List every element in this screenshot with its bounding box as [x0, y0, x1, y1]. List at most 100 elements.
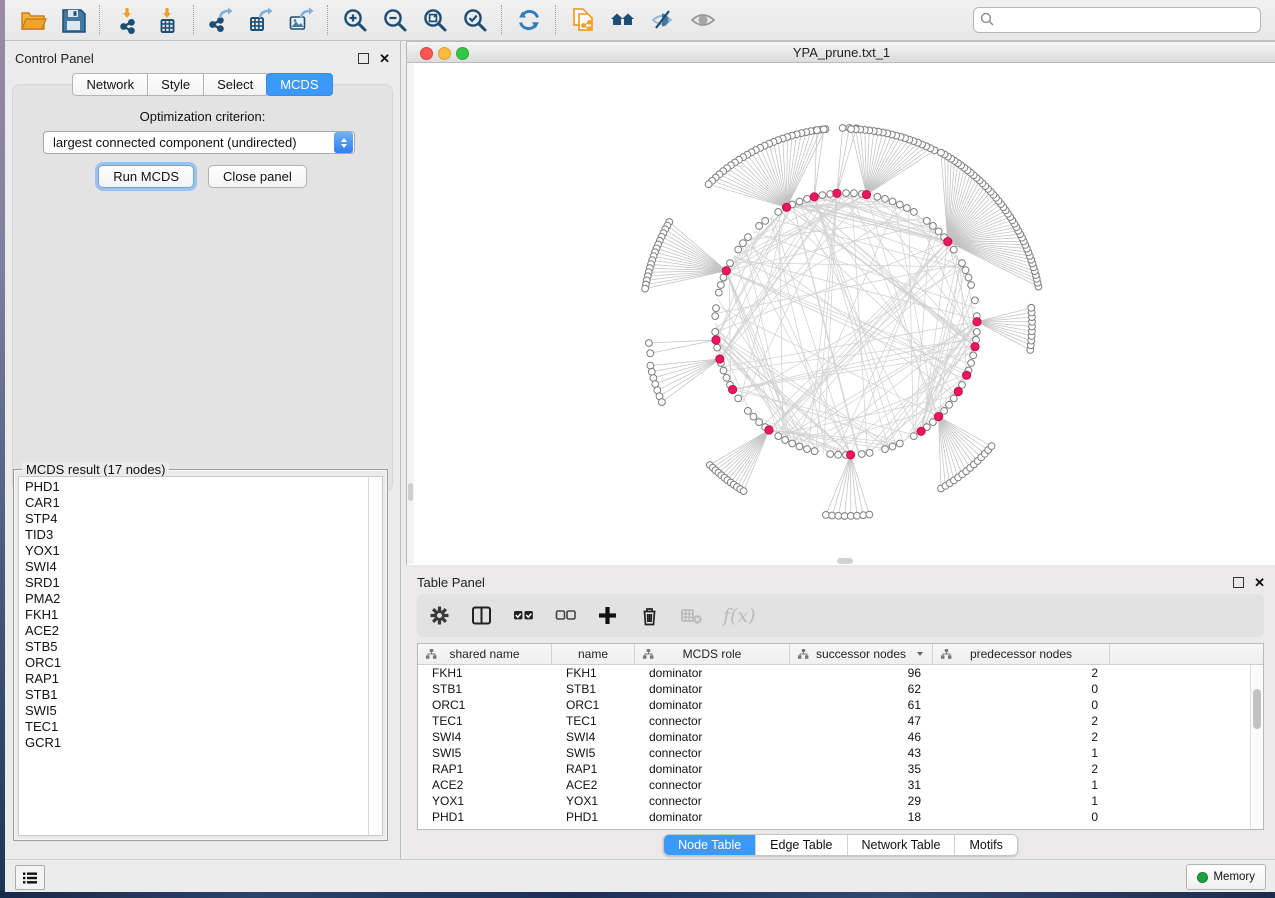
tab-network-table[interactable]: Network Table	[847, 835, 955, 855]
cell: 0	[933, 682, 1110, 696]
mcds-result-item[interactable]: STB5	[25, 639, 382, 655]
zoom-in-icon[interactable]	[335, 3, 375, 37]
memory-status-icon	[1197, 872, 1208, 883]
close-panel-button[interactable]: Close panel	[208, 165, 307, 188]
table-row[interactable]: PHD1PHD1dominator180	[418, 809, 1263, 825]
node-table-header: shared namenameMCDS role successor nodes p…	[418, 644, 1263, 665]
mcds-result-item[interactable]: RAP1	[25, 671, 382, 687]
settings-icon[interactable]	[429, 605, 450, 626]
cell: ACE2	[418, 778, 552, 792]
node-table-body: FKH1FKH1dominator962STB1STB1dominator620…	[418, 665, 1263, 825]
zoom-selected-icon[interactable]	[455, 3, 495, 37]
tab-mcds[interactable]: MCDS	[266, 73, 332, 96]
search-input[interactable]	[973, 7, 1261, 33]
network-canvas[interactable]	[407, 63, 1275, 564]
cell: 62	[790, 682, 933, 696]
close-table-panel-icon[interactable]: ✕	[1254, 578, 1265, 587]
column-header-predecessor-nodes[interactable]: predecessor nodes	[933, 644, 1110, 664]
mcds-result-item[interactable]: SWI4	[25, 559, 382, 575]
mcds-result-item[interactable]: SWI5	[25, 703, 382, 719]
tab-style[interactable]: Style	[147, 73, 204, 96]
tab-network[interactable]: Network	[72, 73, 148, 96]
mcds-result-item[interactable]: PHD1	[25, 479, 382, 495]
column-header-name[interactable]: name	[552, 644, 635, 664]
memory-button[interactable]: Memory	[1186, 864, 1266, 890]
mcds-result-list[interactable]: PHD1CAR1STP4TID3YOX1SWI4SRD1PMA2FKH1ACE2…	[18, 476, 383, 836]
export-network-icon[interactable]	[201, 3, 241, 37]
cell: SWI4	[418, 730, 552, 744]
criterion-select[interactable]: largest connected component (undirected)	[43, 131, 355, 154]
mcds-result-item[interactable]: CAR1	[25, 495, 382, 511]
mcds-result-item[interactable]: ACE2	[25, 623, 382, 639]
task-history-button[interactable]	[15, 865, 45, 890]
tab-motifs[interactable]: Motifs	[954, 835, 1016, 855]
cell: 1	[933, 778, 1110, 792]
table-row[interactable]: SWI4SWI4dominator462	[418, 729, 1263, 745]
cell: 47	[790, 714, 933, 728]
float-panel-icon[interactable]	[358, 53, 369, 64]
tab-node-table[interactable]: Node Table	[664, 835, 755, 855]
cell: 2	[933, 666, 1110, 680]
mcds-result-item[interactable]: YOX1	[25, 543, 382, 559]
mcds-result-item[interactable]: STB1	[25, 687, 382, 703]
mcds-result-title: MCDS result (17 nodes)	[22, 462, 169, 477]
float-table-panel-icon[interactable]	[1233, 577, 1244, 588]
table-row[interactable]: STB1STB1dominator620	[418, 681, 1263, 697]
toolbar-separator	[555, 5, 557, 35]
delete-row-icon[interactable]	[639, 605, 660, 626]
zoom-out-icon[interactable]	[375, 3, 415, 37]
mcds-list-scrollbar[interactable]	[368, 477, 382, 835]
table-row[interactable]: ACE2ACE2connector311	[418, 777, 1263, 793]
deselect-all-icon[interactable]	[555, 605, 576, 626]
cell: SWI5	[418, 746, 552, 760]
export-image-icon[interactable]	[281, 3, 321, 37]
function-builder-icon: f(x)	[723, 605, 756, 627]
hide-selected-icon[interactable]	[643, 3, 683, 37]
tab-select[interactable]: Select	[203, 73, 267, 96]
export-table-icon[interactable]	[241, 3, 281, 37]
mcds-result-item[interactable]: ORC1	[25, 655, 382, 671]
run-mcds-button[interactable]: Run MCDS	[98, 165, 194, 188]
cell: 43	[790, 746, 933, 760]
first-neighbors-icon[interactable]	[603, 3, 643, 37]
tab-edge-table[interactable]: Edge Table	[755, 835, 846, 855]
network-vertical-scrollbar[interactable]	[407, 63, 414, 564]
table-row[interactable]: RAP1RAP1dominator352	[418, 761, 1263, 777]
network-vscroll-thumb[interactable]	[408, 483, 413, 501]
mcds-result-item[interactable]: TEC1	[25, 719, 382, 735]
network-hscroll-thumb[interactable]	[837, 558, 853, 564]
refresh-layout-icon[interactable]	[509, 3, 549, 37]
show-columns-icon[interactable]	[471, 605, 492, 626]
mcds-result-item[interactable]: STP4	[25, 511, 382, 527]
mcds-result-item[interactable]: PMA2	[25, 591, 382, 607]
mcds-result-item[interactable]: TID3	[25, 527, 382, 543]
close-panel-icon[interactable]: ✕	[379, 54, 390, 63]
clone-network-icon[interactable]	[563, 3, 603, 37]
column-header-successor-nodes[interactable]: successor nodes	[790, 644, 933, 664]
table-row[interactable]: SWI5SWI5connector431	[418, 745, 1263, 761]
cell: 96	[790, 666, 933, 680]
cell: YOX1	[552, 794, 635, 808]
select-all-icon[interactable]	[513, 605, 534, 626]
import-table-icon[interactable]	[147, 3, 187, 37]
cell: PHD1	[418, 810, 552, 824]
open-session-icon[interactable]	[13, 3, 53, 37]
table-scrollbar[interactable]	[1250, 665, 1263, 829]
column-header-shared-name[interactable]: shared name	[418, 644, 552, 664]
column-label: successor nodes	[816, 647, 906, 661]
import-network-icon[interactable]	[107, 3, 147, 37]
column-header-MCDS-role[interactable]: MCDS role	[635, 644, 790, 664]
table-row[interactable]: ORC1ORC1dominator610	[418, 697, 1263, 713]
table-row[interactable]: TEC1TEC1connector472	[418, 713, 1263, 729]
table-row[interactable]: YOX1YOX1connector291	[418, 793, 1263, 809]
table-row[interactable]: FKH1FKH1dominator962	[418, 665, 1263, 681]
save-session-icon[interactable]	[53, 3, 93, 37]
mcds-result-item[interactable]: GCR1	[25, 735, 382, 751]
mcds-result-item[interactable]: SRD1	[25, 575, 382, 591]
mcds-result-item[interactable]: FKH1	[25, 607, 382, 623]
add-row-icon[interactable]	[597, 605, 618, 626]
cell: dominator	[635, 762, 790, 776]
zoom-fit-icon[interactable]	[415, 3, 455, 37]
toolbar-separator	[327, 5, 329, 35]
table-scroll-thumb[interactable]	[1253, 689, 1261, 729]
